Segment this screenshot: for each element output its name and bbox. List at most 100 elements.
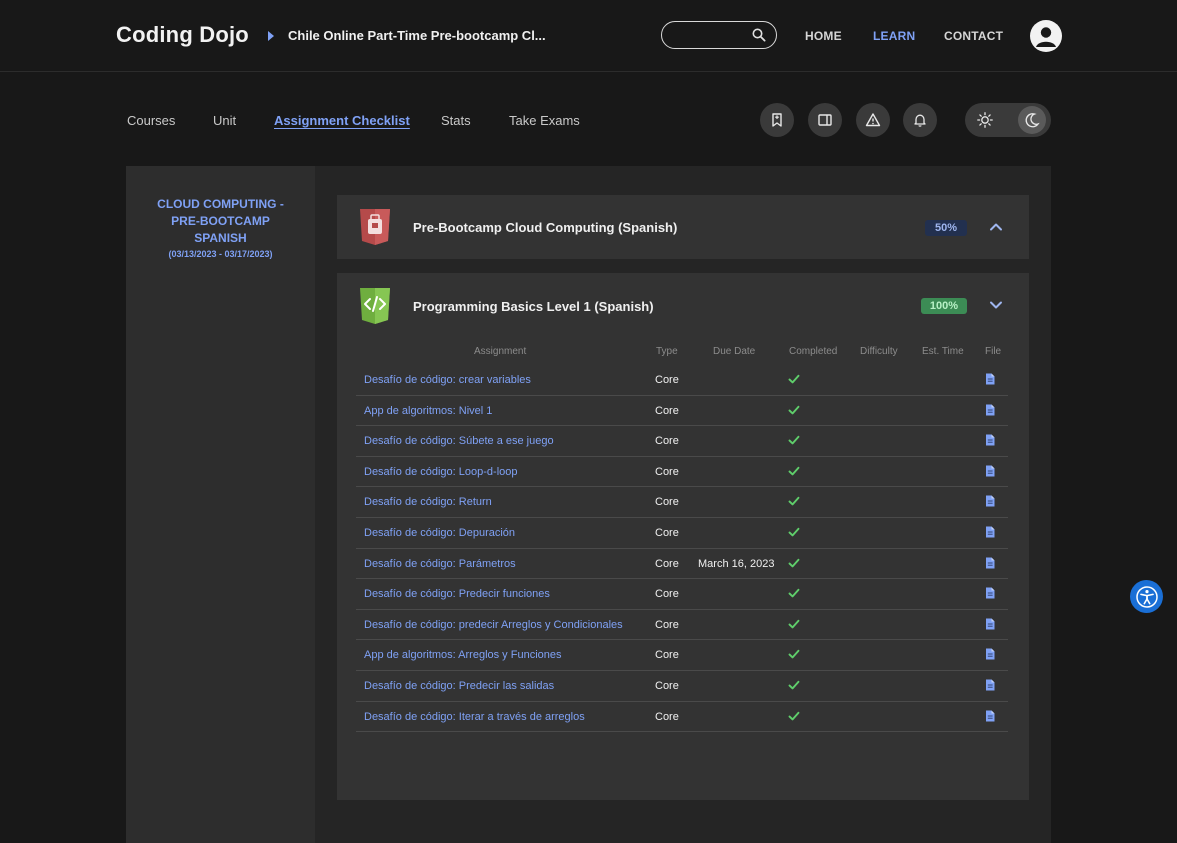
course-title[interactable]: Pre-Bootcamp Cloud Computing (Spanish): [413, 220, 677, 235]
column-header-file: File: [985, 346, 1002, 357]
assignment-type: Core: [655, 679, 679, 692]
assignment-link[interactable]: Desafío de código: Súbete a ese juego: [364, 435, 554, 447]
alert-button[interactable]: [856, 103, 890, 137]
nav-learn[interactable]: LEARN: [873, 29, 915, 43]
assignment-link[interactable]: Desafío de código: Loop-d-loop: [364, 466, 518, 478]
table-row: Desafío de código: Return Core: [356, 487, 1008, 518]
assignment-type: Core: [655, 649, 679, 662]
table-row: Desafío de código: Predecir funciones Cor…: [356, 579, 1008, 610]
file-icon[interactable]: [985, 587, 995, 599]
accessibility-button[interactable]: [1130, 580, 1163, 613]
alert-icon: [865, 113, 881, 127]
assignment-link[interactable]: Desafío de código: Iterar a través de ar…: [364, 711, 585, 723]
theme-toggle[interactable]: [965, 103, 1051, 137]
accessibility-icon: [1135, 585, 1158, 608]
assignment-type: Core: [655, 618, 679, 631]
book-button[interactable]: [808, 103, 842, 137]
check-icon: [788, 680, 800, 690]
sun-icon: [977, 112, 993, 128]
column-header-due-date: Due Date: [713, 346, 756, 357]
file-icon[interactable]: [985, 618, 995, 630]
check-icon: [788, 558, 800, 567]
column-header-type: Type: [656, 346, 678, 357]
column-header-difficulty: Difficulty: [860, 346, 898, 357]
column-header-est-time: Est. Time: [922, 346, 964, 357]
cloud-course-icon: [360, 209, 390, 245]
file-icon[interactable]: [985, 526, 995, 538]
check-icon: [788, 711, 800, 720]
check-icon: [788, 466, 800, 476]
check-icon: [788, 405, 800, 414]
assignment-type: Core: [655, 588, 679, 601]
table-header: Assignment Type Due Date Completed Diffi…: [356, 343, 1008, 365]
tab-assignment-checklist[interactable]: Assignment Checklist: [274, 113, 410, 128]
due-date: March 16, 2023: [698, 557, 775, 570]
check-icon: [788, 650, 800, 659]
file-icon[interactable]: [985, 648, 995, 660]
assignment-type: Core: [655, 435, 679, 448]
file-icon[interactable]: [985, 373, 995, 385]
assignment-link[interactable]: Desafío de código: Parámetros: [364, 558, 516, 570]
assignment-link[interactable]: Desafío de código: Predecir las salidas: [364, 680, 554, 692]
search-box[interactable]: [661, 21, 777, 49]
bell-icon: [914, 114, 926, 127]
sidebar: CLOUD COMPUTING - PRE-BOOTCAMP SPANISH (…: [126, 166, 315, 843]
check-icon: [788, 436, 800, 445]
file-icon[interactable]: [985, 710, 995, 722]
assignment-link[interactable]: Desafío de código: Predecir funciones: [364, 588, 550, 600]
course-title[interactable]: Programming Basics Level 1 (Spanish): [413, 299, 654, 314]
notifications-button[interactable]: [903, 103, 937, 137]
tab-take-exams[interactable]: Take Exams: [509, 113, 580, 128]
bookmark-icon: [772, 113, 782, 127]
course-card-cloud-computing[interactable]: Pre-Bootcamp Cloud Computing (Spanish) 5…: [337, 195, 1029, 259]
assignment-link[interactable]: Desafío de código: predecir Arreglos y C…: [364, 619, 623, 631]
nav-home[interactable]: HOME: [805, 29, 842, 43]
chevron-up-icon[interactable]: [988, 219, 1004, 235]
light-mode-button[interactable]: [971, 106, 999, 134]
assignment-type: Core: [655, 374, 679, 386]
file-icon[interactable]: [985, 495, 995, 507]
sidebar-course-title[interactable]: CLOUD COMPUTING - PRE-BOOTCAMP SPANISH: [126, 196, 315, 247]
table-row: Desafío de código: Loop-d-loop Core: [356, 457, 1008, 488]
assignment-type: Core: [655, 710, 679, 723]
moon-icon: [1025, 113, 1040, 128]
table-row: App de algoritmos: Nivel 1 Core: [356, 396, 1008, 427]
table-row: Desafío de código: Iterar a través de ar…: [356, 702, 1008, 733]
assignment-link[interactable]: Desafío de código: Depuración: [364, 527, 515, 539]
table-row: Desafío de código: Parámetros Core March 1…: [356, 549, 1008, 580]
table-row: Desafío de código: Súbete a ese juego Cor…: [356, 426, 1008, 457]
nav-contact[interactable]: CONTACT: [944, 29, 1003, 43]
tab-stats[interactable]: Stats: [441, 113, 471, 128]
tab-courses[interactable]: Courses: [127, 113, 175, 128]
file-icon[interactable]: [985, 404, 995, 416]
logo[interactable]: Coding Dojo: [116, 22, 249, 48]
file-icon[interactable]: [985, 434, 995, 446]
search-icon[interactable]: [752, 28, 766, 42]
table-row: Desafío de código: Depuración Core: [356, 518, 1008, 549]
table-row: Desafío de código: predecir Arreglos y C…: [356, 610, 1008, 641]
assignment-link[interactable]: Desafío de código: Return: [364, 496, 492, 508]
bookmark-button[interactable]: [760, 103, 794, 137]
check-icon: [788, 374, 800, 384]
sidebar-course-dates: (03/13/2023 - 03/17/2023): [168, 249, 273, 259]
assignment-table: Assignment Type Due Date Completed Diffi…: [356, 343, 1008, 733]
user-avatar-icon[interactable]: [1030, 20, 1062, 52]
search-input[interactable]: [674, 27, 750, 43]
check-icon: [788, 589, 800, 598]
chevron-down-icon[interactable]: [988, 297, 1004, 313]
book-icon: [818, 114, 832, 126]
file-icon[interactable]: [985, 679, 995, 691]
assignment-link[interactable]: App de algoritmos: Nivel 1: [364, 405, 492, 417]
assignment-type: Core: [655, 526, 679, 539]
check-icon: [788, 497, 800, 506]
assignment-link[interactable]: App de algoritmos: Arreglos y Funciones: [364, 649, 562, 661]
file-icon[interactable]: [985, 465, 995, 477]
breadcrumb-arrow-icon: [268, 31, 274, 41]
assignment-type: Core: [655, 465, 679, 478]
table-body: Desafío de código: crear variables Core Ap…: [356, 365, 1008, 733]
assignment-link[interactable]: Desafío de código: crear variables: [364, 374, 531, 386]
dark-mode-button[interactable]: [1018, 106, 1046, 134]
file-icon[interactable]: [985, 557, 995, 569]
breadcrumb[interactable]: Chile Online Part-Time Pre-bootcamp Cl..…: [288, 28, 546, 43]
tab-unit[interactable]: Unit: [213, 113, 236, 128]
